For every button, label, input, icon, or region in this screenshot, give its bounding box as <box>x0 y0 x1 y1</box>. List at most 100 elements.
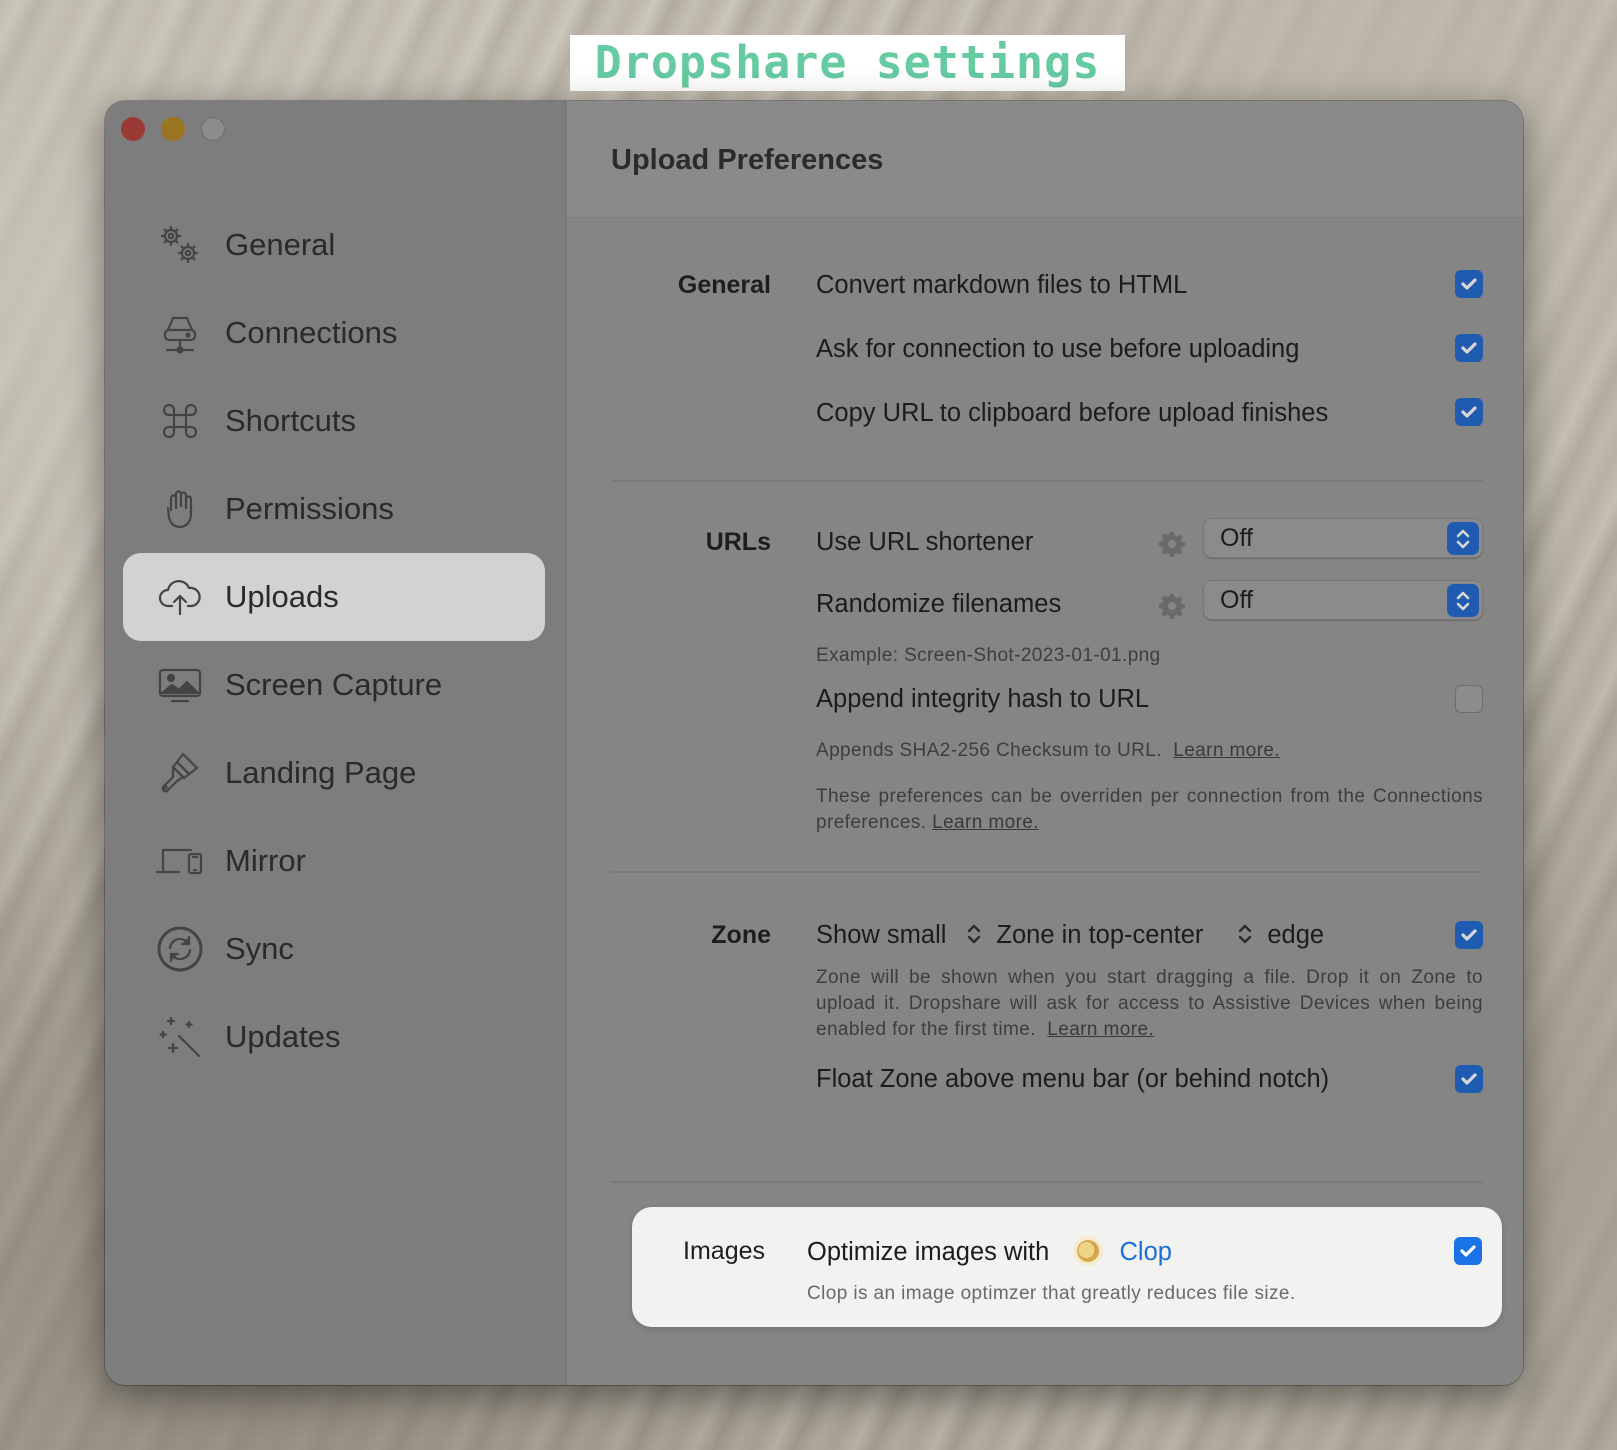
optimize-images-checkbox[interactable] <box>1454 1237 1482 1265</box>
up-down-chevron-icon <box>1237 922 1253 946</box>
url-shortener-value: Off <box>1220 524 1253 552</box>
section-label-zone: Zone <box>711 921 771 949</box>
sidebar-item-label: Landing Page <box>225 755 417 790</box>
hand-raised-icon <box>155 484 205 534</box>
sidebar-item-label: Sync <box>225 931 294 966</box>
optimize-images-row: Optimize images with Clop <box>807 1235 1172 1267</box>
randomize-filenames-label: Randomize filenames <box>816 590 1062 618</box>
divider <box>611 1181 1483 1183</box>
sidebar-item-general[interactable]: General <box>123 201 545 289</box>
zone-edge-text: edge <box>1267 921 1325 949</box>
integrity-learn-more-link[interactable]: Learn more. <box>1173 740 1280 761</box>
option-copy-url-label: Copy URL to clipboard before upload fini… <box>816 399 1329 427</box>
up-down-chevron-icon <box>1447 522 1479 555</box>
zone-position-value: top-center <box>1088 921 1204 949</box>
images-section-highlight: Images Optimize images with Clop Clop is… <box>632 1207 1502 1327</box>
laptop-phone-icon <box>155 836 205 886</box>
sidebar-item-label: Shortcuts <box>225 403 356 438</box>
clop-link[interactable]: Clop <box>1120 1238 1172 1266</box>
integrity-description: Appends SHA2-256 Checksum to URL. Learn … <box>816 740 1280 762</box>
option-convert-markdown-label: Convert markdown files to HTML <box>816 271 1188 299</box>
zone-position-select[interactable]: top-center <box>1089 921 1268 949</box>
sidebar-item-connections[interactable]: Connections <box>123 289 545 377</box>
zone-size-select[interactable]: small <box>887 921 997 949</box>
ask-connection-checkbox[interactable] <box>1455 334 1483 362</box>
divider <box>611 871 1483 873</box>
float-zone-checkbox[interactable] <box>1455 1065 1483 1093</box>
override-note-text: These preferences can be overriden per c… <box>816 786 1483 833</box>
checkmark-icon <box>1461 278 1477 290</box>
float-zone-label: Float Zone above menu bar (or behind not… <box>816 1065 1330 1093</box>
override-note: These preferences can be overriden per c… <box>816 784 1483 836</box>
optimize-images-label: Optimize images with <box>807 1238 1050 1266</box>
sync-circle-icon <box>155 924 205 974</box>
settings-window: General Connections Shortcuts Permission… <box>105 101 1523 1385</box>
page-title: Upload Preferences <box>611 144 884 176</box>
override-learn-more-link[interactable]: Learn more. <box>932 812 1039 833</box>
integrity-description-text: Appends SHA2-256 Checksum to URL. <box>816 740 1162 761</box>
command-key-icon <box>155 396 205 446</box>
checkmark-icon <box>1460 1245 1476 1257</box>
section-general: General Convert markdown files to HTML A… <box>611 270 1483 427</box>
sidebar-item-permissions[interactable]: Permissions <box>123 465 545 553</box>
sidebar-item-label: General <box>225 227 336 262</box>
magic-wand-sparkles-icon <box>155 1012 205 1062</box>
sidebar-item-uploads[interactable]: Uploads <box>123 553 545 641</box>
sidebar-item-label: Mirror <box>225 843 306 878</box>
sidebar-item-updates[interactable]: Updates <box>123 993 545 1081</box>
gears-icon <box>155 220 205 270</box>
up-down-chevron-icon <box>1447 584 1479 617</box>
checkmark-icon <box>1461 406 1477 418</box>
randomize-settings-gear-icon[interactable] <box>1159 593 1185 619</box>
server-network-icon <box>155 308 205 358</box>
option-ask-connection-label: Ask for connection to use before uploadi… <box>816 335 1300 363</box>
sidebar-item-label: Updates <box>225 1019 341 1054</box>
sidebar: General Connections Shortcuts Permission… <box>105 101 566 1385</box>
zone-description: Zone will be shown when you start draggi… <box>816 965 1483 1043</box>
sidebar-item-label: Uploads <box>225 579 339 614</box>
sidebar-item-shortcuts[interactable]: Shortcuts <box>123 377 545 465</box>
minimize-window-button[interactable] <box>161 117 185 141</box>
integrity-hash-label: Append integrity hash to URL <box>816 685 1150 713</box>
section-label-images: Images <box>683 1237 765 1265</box>
copy-url-checkbox[interactable] <box>1455 398 1483 426</box>
main-panel: Upload Preferences General Convert markd… <box>567 101 1523 1385</box>
close-window-button[interactable] <box>121 117 145 141</box>
section-label-urls: URLs <box>705 528 771 556</box>
sidebar-nav: General Connections Shortcuts Permission… <box>123 201 545 1081</box>
convert-markdown-checkbox[interactable] <box>1455 270 1483 298</box>
page-header: Upload Preferences <box>567 101 1523 218</box>
zone-learn-more-link[interactable]: Learn more. <box>1047 1019 1154 1040</box>
sidebar-item-mirror[interactable]: Mirror <box>123 817 545 905</box>
zoom-window-button[interactable] <box>201 117 225 141</box>
checkmark-icon <box>1461 1073 1477 1085</box>
divider <box>611 480 1483 482</box>
sidebar-item-label: Connections <box>225 315 398 350</box>
checkmark-icon <box>1461 342 1477 354</box>
randomize-filenames-select[interactable]: Off <box>1203 580 1483 620</box>
sidebar-item-label: Permissions <box>225 491 394 526</box>
window-controls <box>121 117 225 141</box>
sidebar-item-sync[interactable]: Sync <box>123 905 545 993</box>
sidebar-item-screen-capture[interactable]: Screen Capture <box>123 641 545 729</box>
photo-monitor-icon <box>155 660 205 710</box>
sidebar-item-landing-page[interactable]: Landing Page <box>123 729 545 817</box>
url-shortener-label: Use URL shortener <box>816 528 1034 556</box>
zone-size-value: small <box>886 921 947 949</box>
paintbrush-icon <box>155 748 205 798</box>
checkmark-icon <box>1461 929 1477 941</box>
zone-show-text: Show <box>816 921 880 949</box>
url-shortener-select[interactable]: Off <box>1203 518 1483 558</box>
clop-app-icon <box>1072 1235 1104 1267</box>
section-label-general: General <box>677 271 771 299</box>
url-shortener-settings-gear-icon[interactable] <box>1159 531 1185 557</box>
clop-description: Clop is an image optimzer that greatly r… <box>807 1283 1296 1304</box>
integrity-hash-checkbox[interactable] <box>1455 685 1483 713</box>
up-down-chevron-icon <box>966 922 982 946</box>
caption-banner: Dropshare settings <box>570 35 1125 91</box>
zone-enabled-checkbox[interactable] <box>1455 921 1483 949</box>
randomize-filenames-value: Off <box>1220 586 1253 614</box>
zone-in-text: Zone in <box>996 921 1082 949</box>
cloud-upload-icon <box>155 572 205 622</box>
randomize-example-text: Example: Screen-Shot-2023-01-01.png <box>816 645 1161 666</box>
